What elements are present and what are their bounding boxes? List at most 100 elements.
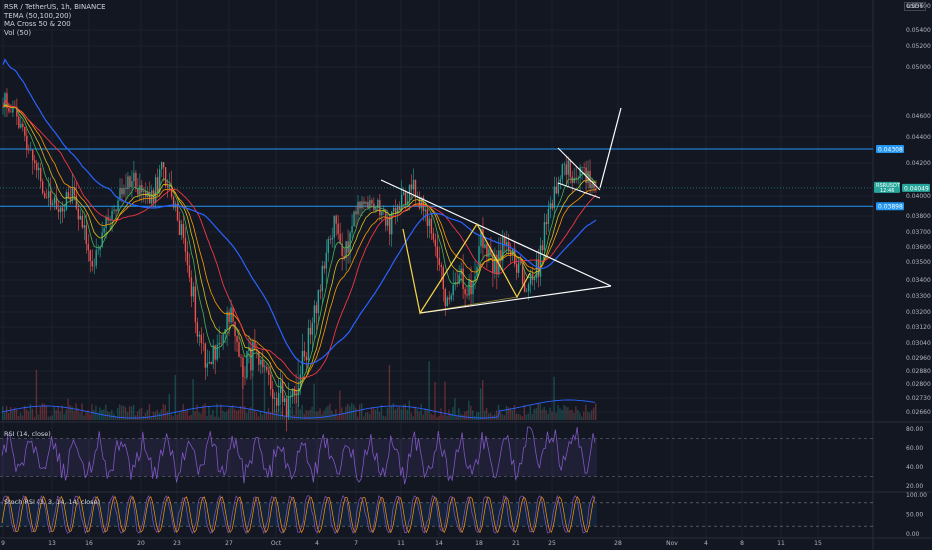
candle-body bbox=[484, 244, 486, 248]
volume-bar bbox=[420, 403, 422, 420]
volume-bar bbox=[238, 409, 240, 420]
candle-body bbox=[258, 351, 260, 365]
time-tick-label: Nov bbox=[666, 540, 678, 547]
volume-bar bbox=[11, 410, 14, 420]
candle-body bbox=[61, 207, 64, 212]
volume-bar bbox=[325, 407, 327, 420]
volume-bar bbox=[479, 388, 482, 420]
volume-bar bbox=[585, 404, 587, 420]
volume-bar bbox=[45, 405, 48, 420]
candle-body bbox=[218, 343, 220, 345]
candle-body bbox=[287, 396, 290, 416]
price-tick-label: 0.02660 bbox=[906, 409, 931, 416]
candle-body bbox=[65, 192, 68, 210]
volume-bar bbox=[51, 415, 53, 420]
volume-bar bbox=[505, 405, 508, 420]
time-tick-label: 25 bbox=[548, 540, 556, 547]
volume-bar bbox=[184, 409, 186, 420]
currency-label: USDT bbox=[906, 3, 924, 10]
volume-bar bbox=[105, 404, 107, 420]
candle-body bbox=[188, 265, 191, 278]
level-price-label: 0.03898 bbox=[878, 204, 903, 211]
volume-bar bbox=[35, 369, 38, 420]
candle-body bbox=[214, 345, 216, 360]
candle-body bbox=[172, 196, 175, 208]
symbol-title[interactable]: RSR / TetherUS, 1h, BINANCE bbox=[4, 3, 106, 12]
candle-body bbox=[91, 260, 93, 267]
volume-bar bbox=[436, 416, 438, 420]
volume-bar bbox=[9, 406, 12, 420]
volume-bar bbox=[555, 412, 557, 420]
candle-body bbox=[551, 203, 554, 209]
candle-body bbox=[331, 237, 333, 240]
candle-body bbox=[180, 224, 183, 236]
volume-bar bbox=[353, 404, 355, 420]
candle-body bbox=[198, 334, 201, 337]
volume-bar bbox=[495, 410, 498, 420]
volume-bar bbox=[337, 415, 339, 420]
volume-bar bbox=[194, 411, 196, 420]
candle-body bbox=[212, 345, 214, 365]
candle-body bbox=[293, 388, 296, 395]
volume-bar bbox=[208, 406, 210, 420]
candle-body bbox=[22, 123, 24, 127]
candle-body bbox=[260, 360, 262, 365]
candle-body bbox=[81, 215, 84, 228]
candle-body bbox=[103, 227, 105, 233]
volume-bar bbox=[226, 411, 228, 420]
candle-body bbox=[353, 211, 355, 227]
rsi-band bbox=[0, 438, 597, 477]
volume-bar bbox=[144, 412, 147, 420]
volume-bar bbox=[222, 410, 224, 420]
chart-container[interactable]: 0.04308 0.03898 RSRUSDT 12:46 0.04049 80.00… bbox=[0, 0, 932, 550]
candle-body bbox=[59, 207, 62, 213]
volume-bar bbox=[563, 404, 565, 420]
volume-bar bbox=[253, 409, 256, 420]
price-tick-label: 0.02960 bbox=[906, 355, 931, 362]
ma-cross-legend[interactable]: MA Cross 50 & 200 bbox=[4, 20, 106, 29]
price-tick-label: 0.03500 bbox=[906, 259, 931, 266]
volume-bar bbox=[349, 406, 351, 420]
price-tick-label: 0.02880 bbox=[906, 368, 931, 375]
tema-legend[interactable]: TEMA (50,100,200) bbox=[4, 12, 106, 21]
candle-body bbox=[309, 327, 312, 335]
candle-body bbox=[283, 398, 286, 403]
candle-body bbox=[426, 209, 429, 226]
candle-body bbox=[37, 167, 40, 171]
volume-bar bbox=[232, 405, 234, 420]
vol-legend[interactable]: Vol (50) bbox=[4, 29, 106, 38]
volume-bar bbox=[329, 403, 331, 420]
volume-bar bbox=[15, 409, 18, 420]
candle-body bbox=[361, 201, 363, 209]
time-tick-label: 27 bbox=[225, 540, 233, 547]
volume-bar bbox=[464, 411, 466, 420]
volume-bar bbox=[513, 405, 516, 420]
volume-bar bbox=[200, 413, 202, 420]
candle-body bbox=[105, 217, 107, 228]
price-tick-label: 0.04600 bbox=[906, 113, 931, 120]
volume-bar bbox=[571, 409, 573, 420]
candle-body bbox=[448, 297, 450, 300]
volume-bar bbox=[432, 414, 434, 420]
candle-body bbox=[121, 188, 123, 195]
candle-body bbox=[166, 185, 169, 188]
rsi-legend[interactable]: RSI (14, close) bbox=[4, 430, 51, 438]
price-chart[interactable]: 0.043080.03898 RSRUSDT12:46 0.04049 80.00… bbox=[0, 0, 932, 550]
time-tick-label: 18 bbox=[475, 540, 483, 547]
candle-body bbox=[446, 297, 448, 306]
volume-bar bbox=[398, 406, 401, 420]
volume-bar bbox=[164, 404, 167, 420]
candle-body bbox=[254, 341, 256, 350]
volume-bar bbox=[196, 404, 198, 420]
candle-body bbox=[264, 366, 266, 368]
candle-body bbox=[275, 397, 278, 406]
candle-body bbox=[135, 172, 137, 189]
volume-bar bbox=[503, 415, 506, 420]
stoch-rsi-legend[interactable]: Stoch RSI (3, 3, 14, 14, close) bbox=[4, 498, 100, 506]
volume-bar bbox=[559, 408, 561, 420]
candle-body bbox=[569, 160, 571, 177]
candle-body bbox=[204, 343, 206, 368]
candle-body bbox=[313, 305, 316, 323]
currency-button[interactable]: USDT bbox=[903, 2, 926, 11]
candle-body bbox=[325, 252, 327, 269]
